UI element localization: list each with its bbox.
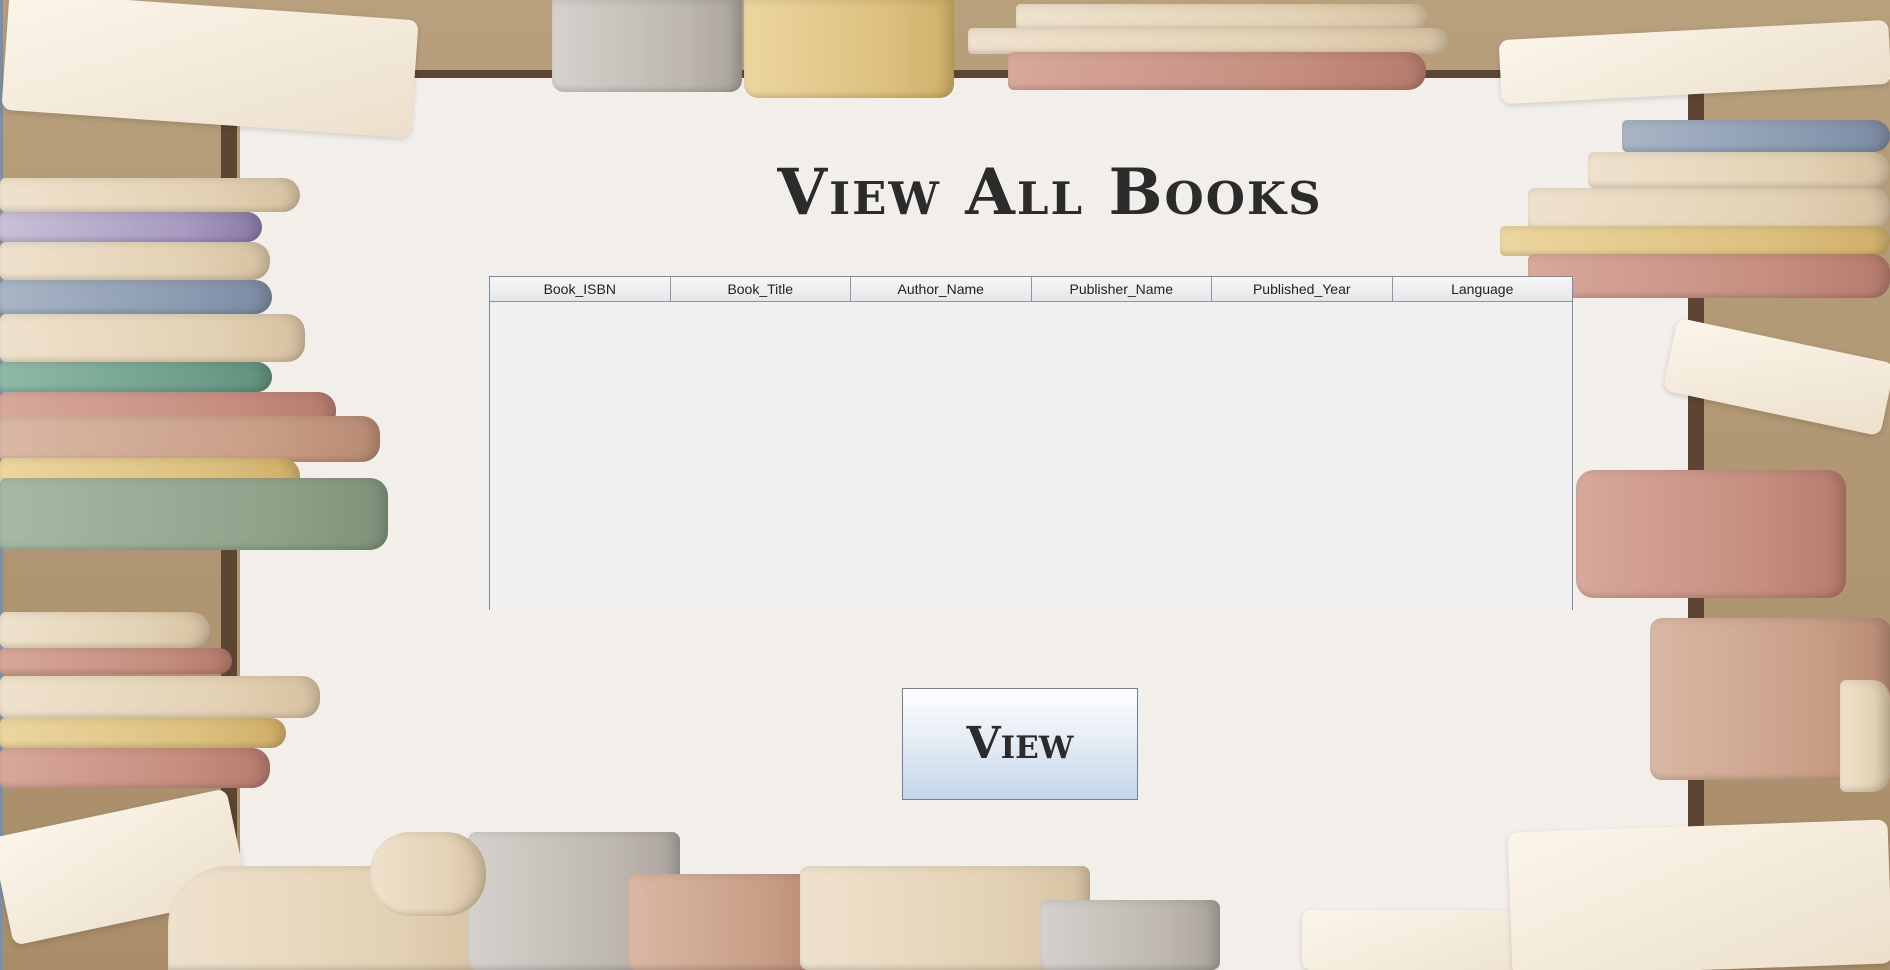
table-body[interactable]	[490, 302, 1572, 610]
column-header-author-name[interactable]: Author_Name	[851, 277, 1032, 301]
column-header-language[interactable]: Language	[1392, 277, 1572, 301]
column-header-published-year[interactable]: Published_Year	[1212, 277, 1393, 301]
view-button[interactable]: View	[902, 688, 1138, 800]
books-table[interactable]: Book_ISBN Book_Title Author_Name Publish…	[489, 276, 1573, 610]
column-header-book-isbn[interactable]: Book_ISBN	[490, 277, 671, 301]
column-header-publisher-name[interactable]: Publisher_Name	[1031, 277, 1212, 301]
table-header: Book_ISBN Book_Title Author_Name Publish…	[490, 277, 1572, 302]
column-header-book-title[interactable]: Book_Title	[670, 277, 851, 301]
page-title: View All Books	[777, 154, 1323, 230]
